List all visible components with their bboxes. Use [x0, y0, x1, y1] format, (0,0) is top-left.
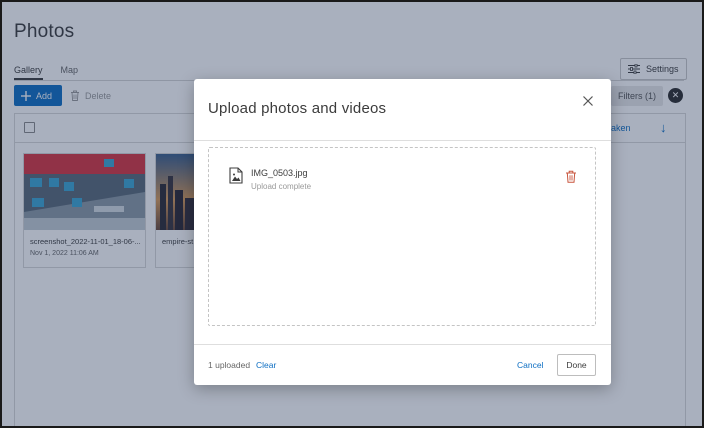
image-file-icon	[229, 167, 243, 184]
app-window: Photos Gallery Map Settings Add Delete F…	[0, 0, 704, 428]
dialog-footer-divider	[194, 344, 611, 345]
upload-count: 1 uploaded	[208, 360, 251, 370]
file-name: IMG_0503.jpg	[251, 168, 308, 178]
done-button[interactable]: Done	[557, 354, 596, 376]
file-upload-status: Upload complete	[251, 182, 312, 191]
clear-link[interactable]: Clear	[256, 360, 276, 370]
upload-drop-zone[interactable]: IMG_0503.jpg Upload complete	[208, 147, 596, 326]
upload-dialog: Upload photos and videos IMG_0503.jpg Up…	[194, 79, 611, 385]
close-icon[interactable]	[580, 93, 596, 109]
cancel-button[interactable]: Cancel	[517, 360, 543, 370]
uploaded-file-row: IMG_0503.jpg Upload complete	[229, 167, 581, 197]
dialog-title: Upload photos and videos	[208, 100, 387, 117]
trash-icon[interactable]	[565, 170, 577, 183]
dialog-header-divider	[194, 140, 611, 141]
